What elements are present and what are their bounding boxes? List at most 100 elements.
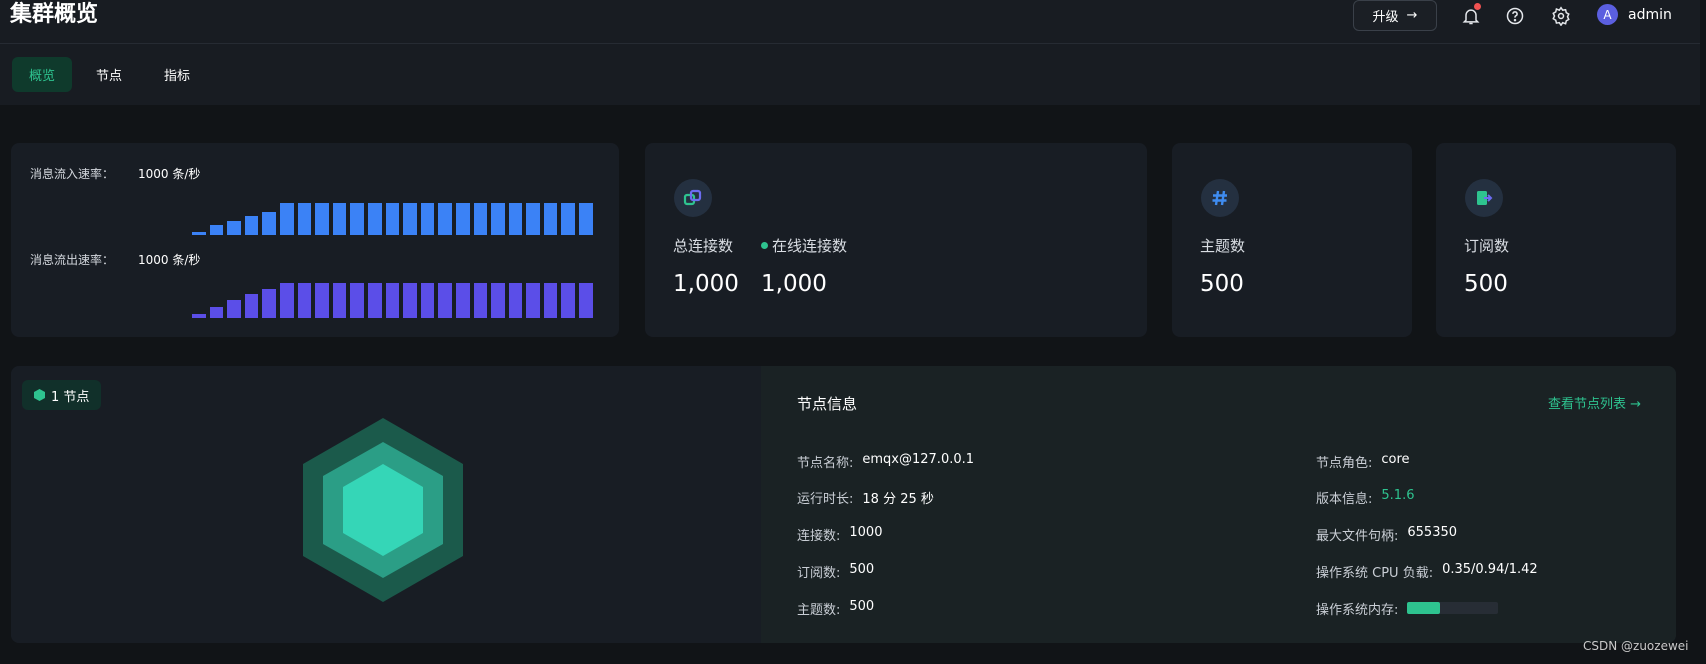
tab-metrics[interactable]: 指标 [148, 57, 206, 92]
notification-button[interactable] [1458, 3, 1484, 29]
rate-bar [385, 203, 400, 235]
rate-bar [491, 203, 505, 235]
settings-button[interactable] [1548, 3, 1574, 29]
rate-bar [455, 283, 470, 318]
rate-bar [244, 294, 259, 318]
rate-bar [526, 283, 540, 318]
rate-bar [420, 283, 435, 318]
node-topology-panel: 1 节点 [11, 366, 761, 643]
rate-bar [403, 203, 417, 235]
inbound-rate-label: 消息流入速率： [30, 167, 115, 181]
view-node-list-link[interactable]: 查看节点列表 → [1548, 393, 1641, 412]
help-icon [1506, 7, 1524, 25]
info-cpu-load: 操作系统 CPU 负载: 0.35/0.94/1.42 [1316, 562, 1538, 581]
node-info-title: 节点信息 [797, 395, 858, 413]
upgrade-label: 升级 [1372, 10, 1399, 25]
rate-bar [297, 283, 312, 318]
outbound-rate-value: 1000 条/秒 [138, 253, 201, 267]
total-connections-label: 总连接数 [673, 237, 734, 255]
rate-bar [526, 203, 540, 235]
rate-bar [209, 225, 224, 235]
info-topics: 主题数: 500 [797, 599, 875, 618]
arrow-right-icon: → [1630, 397, 1642, 412]
info-subscriptions: 订阅数: 500 [797, 562, 875, 581]
node-count-badge: 1 节点 [22, 380, 102, 410]
tab-nodes[interactable]: 节点 [80, 57, 138, 92]
inbound-rate-sparkline [192, 203, 608, 235]
rate-bar [385, 283, 400, 318]
node-hexagon-graphic[interactable] [293, 418, 473, 608]
rate-bar [561, 203, 576, 235]
info-node-name: 节点名称: emqx@127.0.0.1 [797, 452, 975, 471]
rate-bar [367, 203, 382, 235]
gear-icon [1552, 6, 1570, 26]
rate-bar [192, 314, 206, 318]
help-button[interactable] [1502, 3, 1528, 29]
node-info-panel: 节点信息 查看节点列表 → 节点名称: emqx@127.0.0.1 运行时长: 1… [761, 366, 1676, 643]
rate-bar [350, 283, 364, 318]
info-max-fds: 最大文件句柄: 655350 [1316, 525, 1458, 544]
rate-bar [279, 203, 294, 235]
rate-bar [227, 221, 241, 235]
rate-bar [209, 307, 224, 318]
connections-card: 总连接数 在线连接数 1,000 1,000 [645, 143, 1147, 337]
info-node-role: 节点角色: core [1316, 452, 1410, 471]
username[interactable]: admin [1628, 5, 1672, 25]
rate-bar [438, 203, 452, 235]
avatar[interactable]: A [1597, 4, 1618, 25]
rate-bar [579, 283, 593, 318]
topics-value: 500 [1200, 271, 1244, 297]
notification-dot [1474, 3, 1481, 10]
subscribe-icon [1465, 179, 1503, 217]
topics-label: 主题数 [1200, 237, 1246, 255]
outbound-rate-label: 消息流出速率： [30, 253, 115, 267]
subscriptions-card: 订阅数 500 [1436, 143, 1676, 337]
top-bar: 集群概览 升级 → A admin [0, 0, 1700, 44]
upgrade-button[interactable]: 升级 → [1353, 0, 1437, 31]
rate-bar [279, 283, 294, 318]
subscriptions-value: 500 [1464, 271, 1508, 297]
online-connections-label: 在线连接数 [772, 237, 848, 255]
rate-bar [491, 283, 505, 318]
info-connections: 连接数: 1000 [797, 525, 883, 544]
topics-card: 主题数 500 [1172, 143, 1412, 337]
tab-overview[interactable]: 概览 [12, 57, 72, 92]
rate-bar [367, 283, 382, 318]
online-status-dot [761, 242, 768, 249]
info-uptime: 运行时长: 18 分 25 秒 [797, 492, 934, 507]
online-connections-value: 1,000 [761, 271, 827, 297]
view-node-list-label: 查看节点列表 [1548, 397, 1627, 412]
rate-bar [473, 203, 488, 235]
rate-bar [579, 203, 593, 235]
info-memory: 操作系统内存: [1316, 599, 1499, 618]
total-connections-value: 1,000 [673, 271, 739, 297]
rate-bar [332, 203, 347, 235]
tab-bar: 概览 节点 指标 [0, 44, 1700, 105]
rate-bar [192, 232, 206, 235]
rate-bar [543, 283, 558, 318]
outbound-rate-sparkline [192, 283, 608, 318]
arrow-right-icon: → [1406, 8, 1418, 23]
node-count-label: 1 节点 [51, 389, 90, 405]
rate-bar [420, 203, 435, 235]
watermark: CSDN @zuozewei [1583, 639, 1689, 653]
rate-bar [455, 203, 470, 235]
rate-bar [508, 283, 523, 318]
rate-bar [438, 283, 452, 318]
rate-bar [543, 203, 558, 235]
rate-bar [508, 203, 523, 235]
rate-bar [561, 283, 576, 318]
rate-bar [262, 212, 276, 235]
rate-bar [315, 283, 329, 318]
node-card: 1 节点 节点信息 查看节点列表 → 节点名称: emqx@127.0.0.1 运… [11, 366, 1676, 643]
hash-icon [1201, 179, 1239, 217]
rate-bar [262, 289, 276, 318]
rate-bar [332, 283, 347, 318]
rate-bar [315, 203, 329, 235]
online-connections-label-wrap: 在线连接数 [761, 235, 847, 256]
info-version: 版本信息: 5.1.6 [1316, 488, 1415, 507]
memory-progress-fill [1407, 602, 1441, 614]
connections-icon [674, 179, 712, 217]
rate-bar [473, 283, 488, 318]
hexagon-icon [34, 389, 45, 401]
